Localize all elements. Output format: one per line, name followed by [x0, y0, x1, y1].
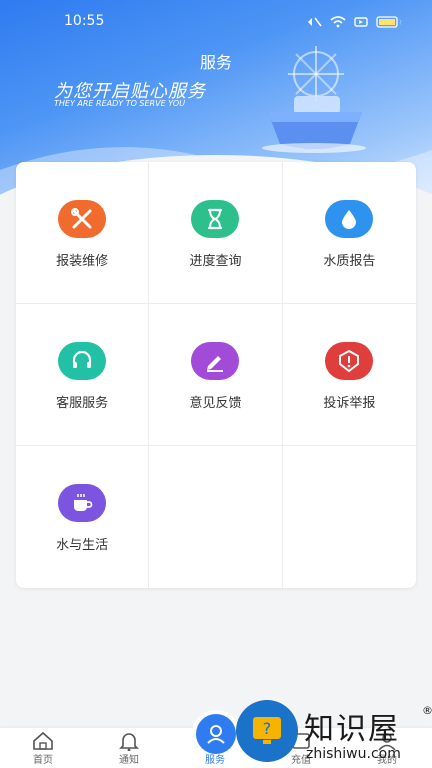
headset-icon [58, 342, 107, 380]
empty-cell [149, 446, 283, 588]
cup-icon [58, 484, 107, 522]
wrench-screwdriver-icon [58, 200, 107, 238]
service-label: 投诉举报 [323, 396, 376, 411]
service-water-quality[interactable]: 水质报告 [282, 162, 416, 304]
tab-home[interactable]: 首页 [0, 728, 86, 768]
service-install-repair[interactable]: 报装维修 [16, 162, 150, 304]
tab-label: 首页 [33, 755, 53, 766]
watermark-url: zhishiwu.com [306, 746, 401, 762]
service-grid: 报装维修 进度查询 水质报告 客服服务 意见反馈 投诉举报 水与生活 [16, 162, 416, 588]
slogan-english: THEY ARE READY TO SERVE YOU [54, 99, 186, 108]
tab-label: 通知 [119, 755, 139, 766]
service-label: 意见反馈 [189, 396, 242, 411]
page-title: 服务 [199, 53, 232, 72]
watermark-brand: 知识屋 [304, 712, 400, 747]
screen-record-icon [354, 13, 368, 32]
svg-text:?: ? [263, 719, 272, 738]
service-label: 报装维修 [56, 254, 109, 269]
alert-icon [325, 342, 374, 380]
mute-icon [306, 13, 322, 32]
service-label: 客服服务 [56, 396, 109, 411]
watermark-question-icon: ? [236, 700, 298, 762]
tab-label: 服务 [205, 755, 225, 766]
hourglass-icon [191, 200, 240, 238]
service-customer-service[interactable]: 客服服务 [16, 304, 150, 446]
pencil-icon [191, 342, 240, 380]
service-label: 进度查询 [189, 254, 242, 269]
service-progress-query[interactable]: 进度查询 [149, 162, 283, 304]
water-drop-icon [325, 200, 374, 238]
wifi-icon [330, 13, 346, 32]
status-bar: 10:55 [0, 0, 432, 42]
service-water-life[interactable]: 水与生活 [16, 446, 150, 588]
tab-notice[interactable]: 通知 [86, 728, 172, 768]
home-icon [33, 731, 53, 750]
service-label: 水质报告 [323, 254, 376, 269]
service-complaint-report[interactable]: 投诉举报 [282, 304, 416, 446]
service-label: 水与生活 [56, 538, 109, 553]
bell-icon [119, 733, 139, 751]
watermark-registered: ® [422, 704, 432, 717]
status-time: 10:55 [64, 13, 105, 29]
empty-cell [283, 446, 416, 588]
service-feedback[interactable]: 意见反馈 [149, 304, 283, 446]
watermark: ? 知识屋 ® zhishiwu.com [236, 700, 432, 768]
battery-icon [376, 13, 404, 32]
